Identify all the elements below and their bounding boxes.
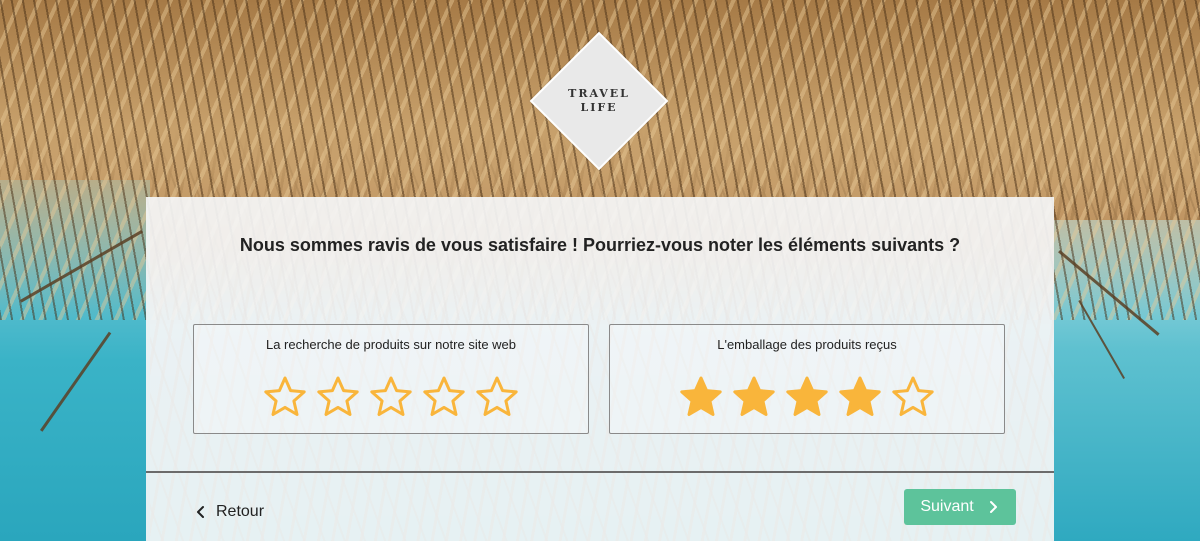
star-filled-icon[interactable] [785,375,829,419]
rating-card-search: La recherche de produits sur notre site … [193,324,589,434]
back-button-label: Retour [216,503,265,520]
chevron-right-icon [989,501,997,513]
brand-logo: TRAVEL LIFE [529,31,669,171]
star-rating [610,375,1004,419]
star-empty-icon[interactable] [891,375,935,419]
star-filled-icon[interactable] [732,375,776,419]
star-empty-icon[interactable] [263,375,307,419]
rating-card-packaging: L'emballage des produits reçus [609,324,1005,434]
star-empty-icon[interactable] [475,375,519,419]
logo-line-2: LIFE [580,101,618,114]
survey-card: Nous sommes ravis de vous satisfaire ! P… [146,197,1054,541]
star-empty-icon[interactable] [316,375,360,419]
back-button[interactable]: Retour [194,500,264,524]
logo-text: TRAVEL LIFE [550,52,648,150]
star-rating [194,375,588,419]
next-button[interactable]: Suivant [904,489,1016,525]
next-button-label: Suivant [920,498,974,515]
rating-label: La recherche de produits sur notre site … [265,337,517,352]
chevron-left-icon [197,506,204,518]
star-filled-icon[interactable] [679,375,723,419]
star-filled-icon[interactable] [838,375,882,419]
rating-label: L'emballage des produits reçus [717,337,897,352]
question-title: Nous sommes ravis de vous satisfaire ! P… [239,235,961,255]
star-empty-icon[interactable] [369,375,413,419]
footer-divider [146,471,1054,473]
star-empty-icon[interactable] [422,375,466,419]
logo-line-1: TRAVEL [568,87,630,100]
